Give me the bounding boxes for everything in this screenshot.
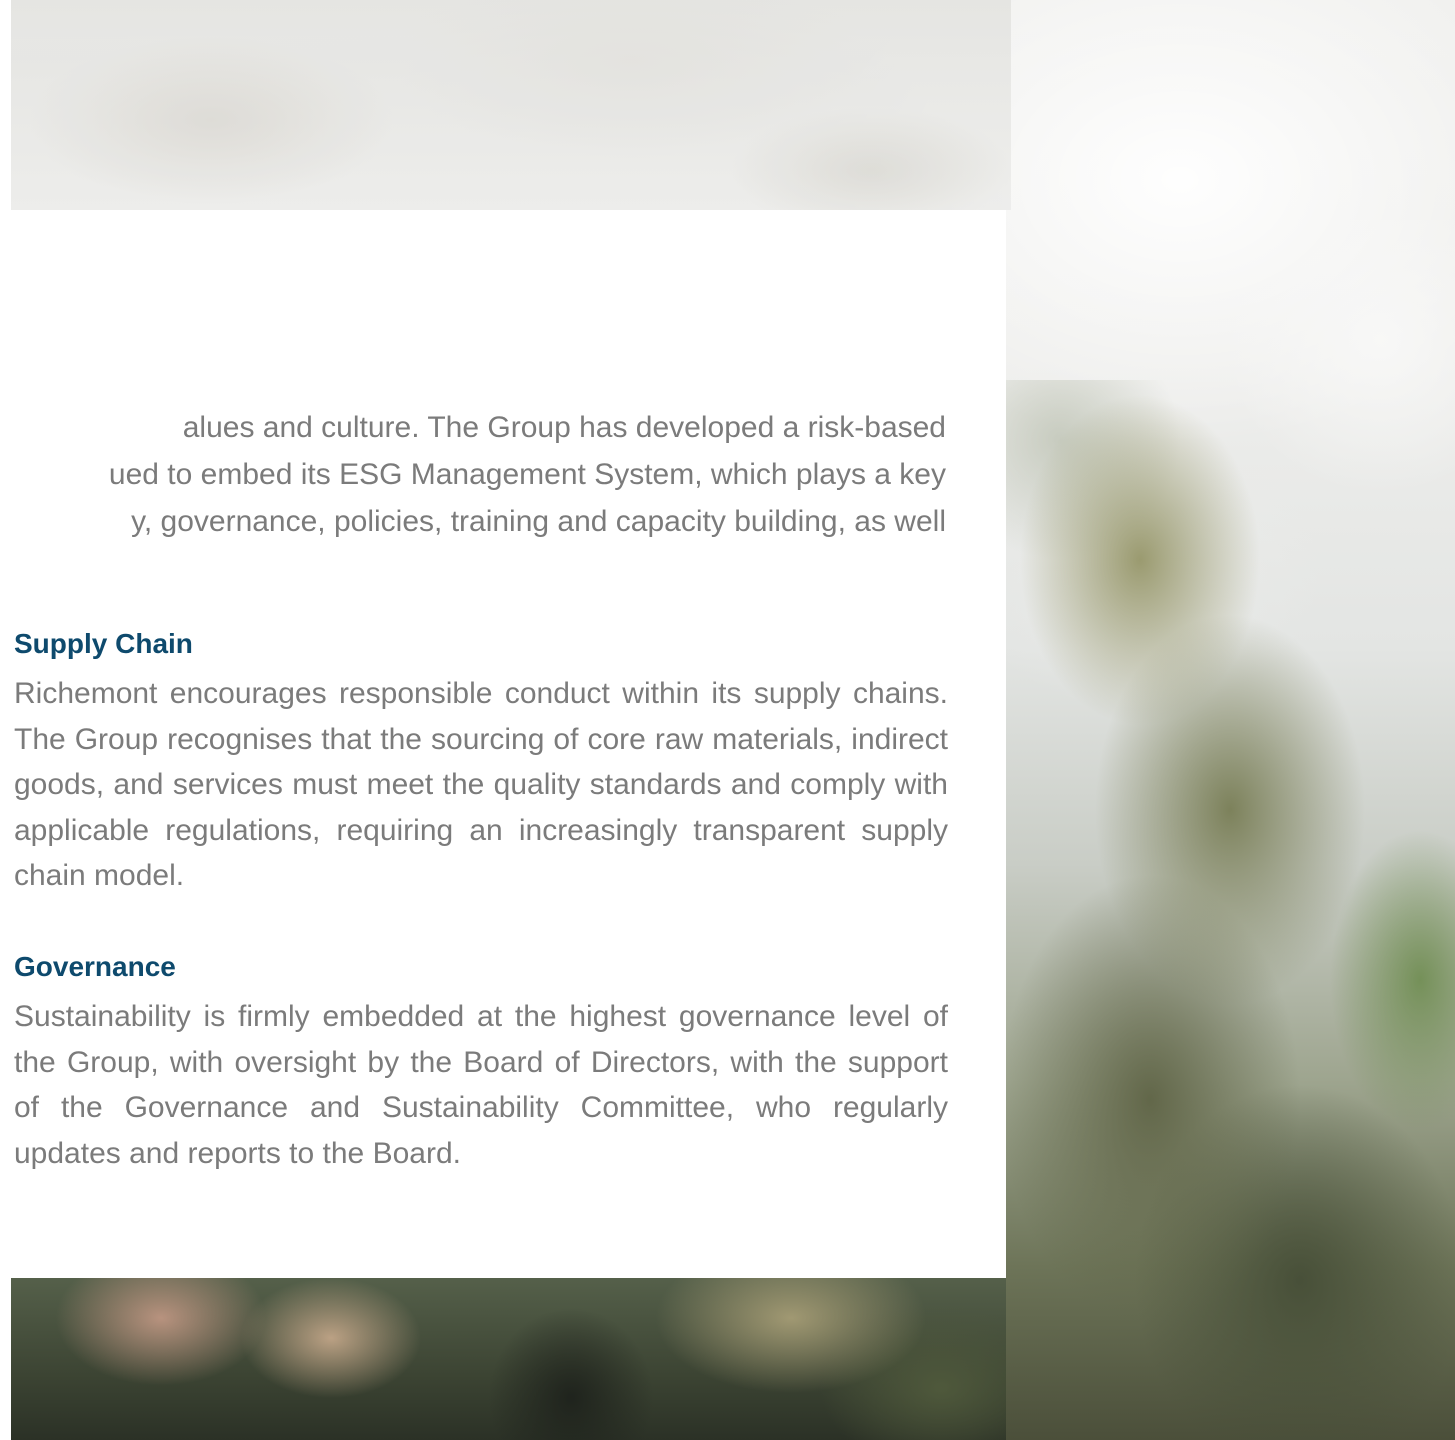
section-governance: Governance Sustainability is firmly embe… — [14, 950, 948, 1176]
intro-line: alues and culture. The Group has develop… — [0, 404, 946, 451]
foggy-canopy-top — [11, 0, 1011, 210]
intro-line: y, governance, policies, training and ca… — [0, 498, 946, 545]
section-title: Governance — [14, 951, 176, 982]
intro-line: ued to embed its ESG Management System, … — [0, 451, 946, 498]
section-body: Richemont encourages responsible conduct… — [14, 677, 948, 892]
tree-foliage-right — [1000, 380, 1455, 1440]
intro-line-text: alues and culture. The Group has develop… — [182, 411, 946, 444]
intro-line-text: y, governance, policies, training and ca… — [131, 505, 946, 538]
intro-paragraph: alues and culture. The Group has develop… — [0, 404, 946, 545]
section-body: Sustainability is firmly embedded at the… — [14, 1000, 948, 1170]
tree-foliage-bottom — [11, 1278, 1006, 1440]
section-supply-chain: Supply Chain Richemont encourages respon… — [14, 627, 948, 899]
intro-line-text: ued to embed its ESG Management System, … — [108, 458, 946, 491]
section-title: Supply Chain — [14, 628, 193, 659]
